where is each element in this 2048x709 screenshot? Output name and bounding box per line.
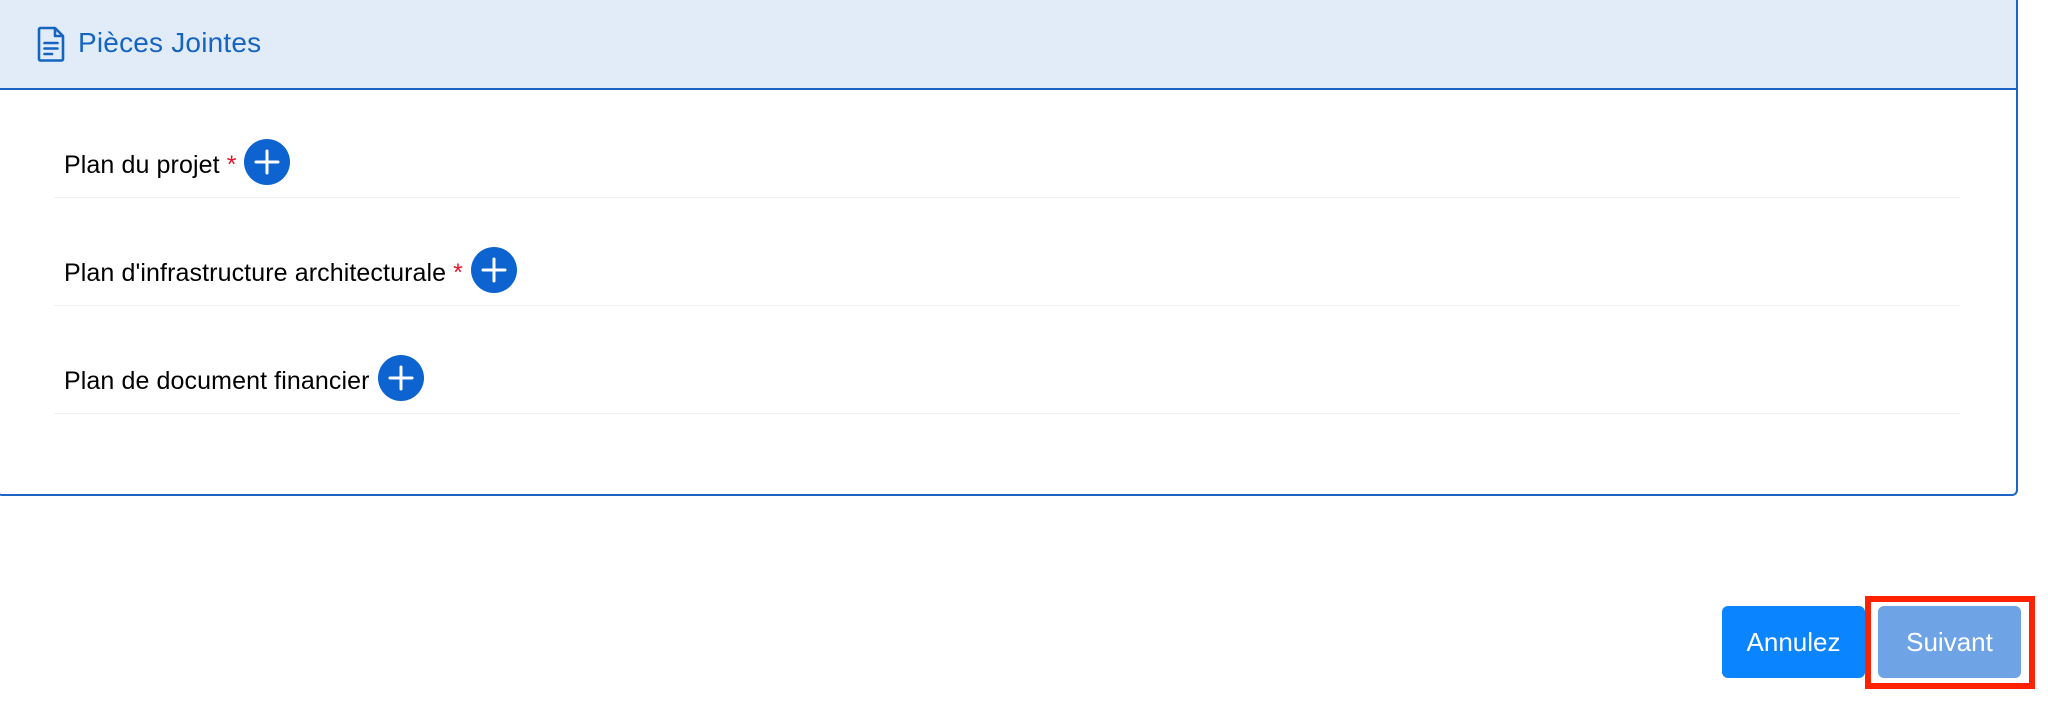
document-icon [37, 26, 65, 62]
card-header: Pièces Jointes [0, 0, 2016, 90]
plus-icon [481, 257, 507, 283]
attachments-card: Pièces Jointes Plan du projet * Plan d'i… [0, 0, 2018, 496]
attachment-label: Plan du projet [64, 150, 220, 179]
attachment-row-financial-plan: Plan de document financier [54, 306, 1960, 414]
plus-icon [254, 149, 280, 175]
plus-icon [388, 365, 414, 391]
required-mark: * [226, 150, 237, 179]
add-attachment-button[interactable] [470, 247, 517, 293]
add-attachment-button[interactable] [244, 139, 291, 185]
attachment-label: Plan d'infrastructure architecturale [64, 258, 447, 287]
add-attachment-button[interactable] [377, 355, 424, 401]
required-mark: * [453, 258, 463, 287]
attachment-label: Plan de document financier [64, 366, 370, 395]
attachment-row-project-plan: Plan du projet * [54, 90, 1960, 198]
attachment-row-architectural-plan: Plan d'infrastructure architecturale * [54, 198, 1960, 306]
page: Pièces Jointes Plan du projet * Plan d'i… [0, 0, 2048, 709]
cancel-button[interactable]: Annulez [1722, 606, 1865, 678]
next-button[interactable]: Suivant [1878, 606, 2021, 678]
card-title: Pièces Jointes [78, 27, 262, 58]
